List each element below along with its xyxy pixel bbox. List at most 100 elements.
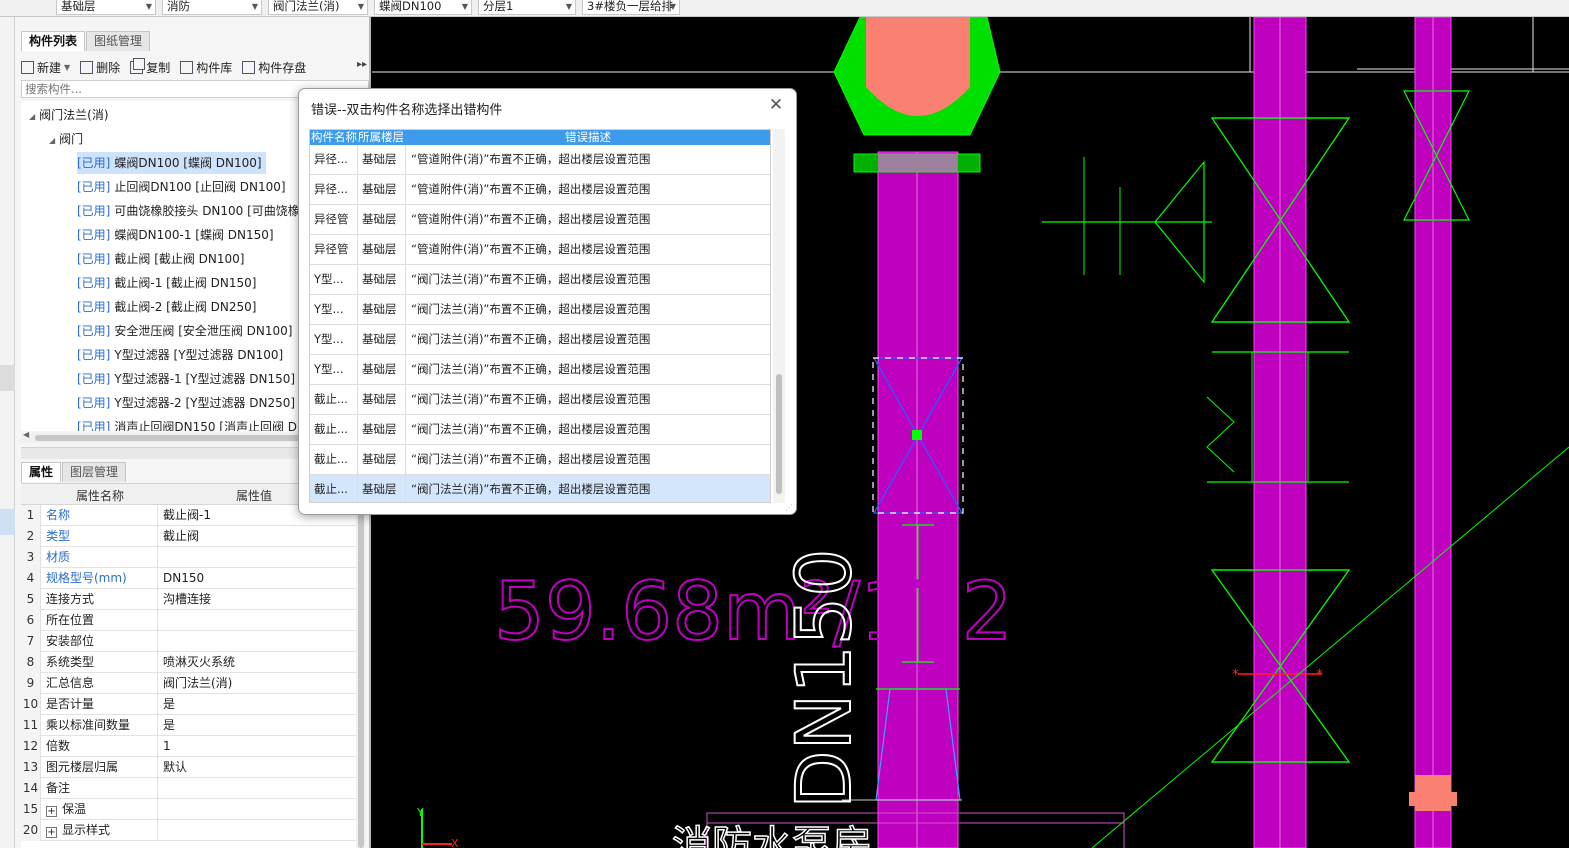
error-row[interactable]: 异径管 基础层 “管道附件(消)”布置不正确，超出楼层设置范围 bbox=[310, 235, 770, 265]
delete-button[interactable]: 删除 bbox=[80, 59, 120, 76]
error-component-name[interactable]: 异径... bbox=[310, 175, 358, 204]
error-component-name[interactable]: Y型... bbox=[310, 325, 358, 354]
error-row[interactable]: Y型... 基础层 “阀门法兰(消)”布置不正确，超出楼层设置范围 bbox=[310, 295, 770, 325]
property-row[interactable]: 15 + 保温 bbox=[21, 799, 357, 820]
error-component-name[interactable]: 异径... bbox=[310, 145, 358, 174]
property-value[interactable]: 喷淋灭火系统 bbox=[159, 652, 357, 673]
tree-item[interactable]: [已用] 截止阀-1 [截止阀 DN150] bbox=[77, 272, 256, 294]
property-value[interactable]: 阀门法兰(消) bbox=[159, 673, 357, 694]
tree-item[interactable]: [已用] 安全泄压阀 [安全泄压阀 DN100] bbox=[77, 320, 293, 342]
tab-layer-management[interactable]: 图层管理 bbox=[62, 462, 127, 482]
error-component-name[interactable]: Y型... bbox=[310, 355, 358, 384]
property-value[interactable]: 是 bbox=[159, 715, 357, 736]
save-component-button[interactable]: 构件存盘 bbox=[242, 59, 306, 76]
property-value[interactable] bbox=[159, 799, 357, 820]
property-value[interactable] bbox=[159, 820, 357, 841]
error-row[interactable]: 异径... 基础层 “管道附件(消)”布置不正确，超出楼层设置范围 bbox=[310, 175, 770, 205]
tree-item[interactable]: [已用] 消声止回阀DN150 [消声止回阀 D bbox=[77, 416, 297, 431]
expand-icon[interactable]: + bbox=[46, 806, 57, 817]
grip-point[interactable] bbox=[912, 430, 922, 440]
scroll-left-icon[interactable]: ◀ bbox=[23, 430, 29, 439]
property-value[interactable]: DN150 bbox=[159, 568, 357, 589]
error-row[interactable]: 截止... 基础层 “阀门法兰(消)”布置不正确，超出楼层设置范围 bbox=[310, 415, 770, 445]
dialog-scrollbar[interactable] bbox=[773, 129, 785, 503]
copy-button[interactable]: 复制 bbox=[130, 57, 170, 76]
column-header-desc[interactable]: 错误描述 bbox=[565, 130, 611, 145]
tree-item[interactable]: [已用] 蝶阀DN100 [蝶阀 DN100] bbox=[77, 152, 266, 174]
property-row[interactable]: 20 + 显示样式 bbox=[21, 820, 357, 841]
discipline-dropdown[interactable]: 消防 ▼ bbox=[162, 0, 262, 15]
error-component-name[interactable]: 截止... bbox=[310, 415, 358, 444]
property-row[interactable]: 9 汇总信息 阀门法兰(消) bbox=[21, 673, 357, 694]
expand-icon[interactable]: + bbox=[46, 827, 57, 838]
new-button[interactable]: 新建 ▼ bbox=[21, 59, 70, 76]
area-annotation[interactable]: 59.68m²/172 bbox=[493, 564, 1014, 659]
property-value[interactable]: 是 bbox=[159, 694, 357, 715]
property-value[interactable] bbox=[159, 778, 357, 799]
column-header-floor[interactable]: 所属楼层 bbox=[358, 130, 404, 145]
tree-item[interactable]: [已用] 截止阀-2 [截止阀 DN250] bbox=[77, 296, 256, 318]
tree-item[interactable]: [已用] Y型过滤器 [Y型过滤器 DN100] bbox=[77, 344, 283, 366]
error-row[interactable]: 截止... 基础层 “阀门法兰(消)”布置不正确，超出楼层设置范围 bbox=[310, 385, 770, 415]
property-value[interactable]: 沟槽连接 bbox=[159, 589, 357, 610]
property-value[interactable]: 截止阀 bbox=[159, 526, 357, 547]
property-row[interactable]: 14 备注 bbox=[21, 778, 357, 799]
tree-item[interactable]: [已用] Y型过滤器-2 [Y型过滤器 DN250] bbox=[77, 392, 295, 414]
close-icon[interactable]: ✕ bbox=[766, 95, 786, 115]
error-component-name[interactable]: 异径管 bbox=[310, 205, 358, 234]
property-value[interactable] bbox=[159, 631, 357, 652]
property-row[interactable]: 13 图元楼层归属 默认 bbox=[21, 757, 357, 778]
error-row[interactable]: 异径... 基础层 “管道附件(消)”布置不正确，超出楼层设置范围 bbox=[310, 145, 770, 175]
column-header-name[interactable]: 构件名称 bbox=[311, 130, 357, 145]
tab-drawing-management[interactable]: 图纸管理 bbox=[86, 31, 151, 51]
error-row[interactable]: 截止... 基础层 “阀门法兰(消)”布置不正确，超出楼层设置范围 bbox=[310, 445, 770, 475]
property-row[interactable]: 8 系统类型 喷淋灭火系统 bbox=[21, 652, 357, 673]
error-component-name[interactable]: 截止... bbox=[310, 475, 358, 502]
property-value[interactable]: 1 bbox=[159, 736, 357, 757]
error-component-name[interactable]: Y型... bbox=[310, 265, 358, 294]
tree-item[interactable]: [已用] Y型过滤器-1 [Y型过滤器 DN150] bbox=[77, 368, 295, 390]
pipe-size-label[interactable]: DN150 bbox=[778, 548, 869, 810]
component-library-button[interactable]: 构件库 bbox=[180, 59, 232, 76]
tree-item[interactable]: [已用] 蝶阀DN100-1 [蝶阀 DN150] bbox=[77, 224, 274, 246]
property-value[interactable]: 默认 bbox=[159, 757, 357, 778]
category-dropdown[interactable]: 阀门法兰(消) ▼ bbox=[268, 0, 368, 15]
error-row[interactable]: 截止... 基础层 “阀门法兰(消)”布置不正确，超出楼层设置范围 bbox=[310, 475, 770, 502]
floor-dropdown[interactable]: 基础层 ▼ bbox=[56, 0, 156, 15]
scroll-thumb[interactable] bbox=[776, 374, 782, 494]
property-row[interactable]: 12 倍数 1 bbox=[21, 736, 357, 757]
tree-item[interactable]: [已用] 截止阀 [截止阀 DN100] bbox=[77, 248, 245, 270]
property-vertical-scrollbar[interactable] bbox=[356, 505, 366, 848]
error-component-name[interactable]: Y型... bbox=[310, 295, 358, 324]
error-row[interactable]: Y型... 基础层 “阀门法兰(消)”布置不正确，超出楼层设置范围 bbox=[310, 265, 770, 295]
property-value[interactable] bbox=[159, 547, 357, 568]
property-row[interactable]: 2 类型 截止阀 bbox=[21, 526, 357, 547]
more-icon[interactable]: ▸▸ bbox=[357, 59, 367, 70]
tree-group[interactable]: ◢ 阀门 bbox=[49, 128, 83, 150]
property-row[interactable]: 5 连接方式 沟槽连接 bbox=[21, 589, 357, 610]
component-dropdown[interactable]: 蝶阀DN100 ▼ bbox=[374, 0, 472, 15]
error-row[interactable]: Y型... 基础层 “阀门法兰(消)”布置不正确，超出楼层设置范围 bbox=[310, 325, 770, 355]
tab-component-list[interactable]: 构件列表 bbox=[21, 31, 86, 51]
scroll-thumb[interactable] bbox=[358, 508, 364, 848]
property-row[interactable]: 11 乘以标准间数量 是 bbox=[21, 715, 357, 736]
error-component-name[interactable]: 异径管 bbox=[310, 235, 358, 264]
layer-dropdown[interactable]: 分层1 ▼ bbox=[478, 0, 576, 15]
error-component-name[interactable]: 截止... bbox=[310, 445, 358, 474]
tree-root[interactable]: ◢ 阀门法兰(消) bbox=[29, 104, 109, 126]
error-component-name[interactable]: 截止... bbox=[310, 385, 358, 414]
scroll-thumb[interactable] bbox=[35, 435, 303, 441]
pipe-vertical-main[interactable] bbox=[877, 151, 959, 848]
property-row[interactable]: 7 安装部位 bbox=[21, 631, 357, 652]
tab-properties[interactable]: 属性 bbox=[21, 462, 62, 482]
drawing-dropdown[interactable]: 3#楼负一层给排 ▼ bbox=[582, 0, 680, 15]
resize-grip-icon[interactable]: ⋰ bbox=[785, 503, 793, 512]
property-row[interactable]: 10 是否计量 是 bbox=[21, 694, 357, 715]
property-value[interactable] bbox=[159, 610, 357, 631]
property-row[interactable]: 6 所在位置 bbox=[21, 610, 357, 631]
error-row[interactable]: Y型... 基础层 “阀门法兰(消)”布置不正确，超出楼层设置范围 bbox=[310, 355, 770, 385]
property-row[interactable]: 4 规格型号(mm) DN150 bbox=[21, 568, 357, 589]
property-row[interactable]: 3 材质 bbox=[21, 547, 357, 568]
tree-item[interactable]: [已用] 止回阀DN100 [止回阀 DN100] bbox=[77, 176, 286, 198]
tree-item[interactable]: [已用] 可曲饶橡胶接头 DN100 [可曲饶橡 bbox=[77, 200, 300, 222]
